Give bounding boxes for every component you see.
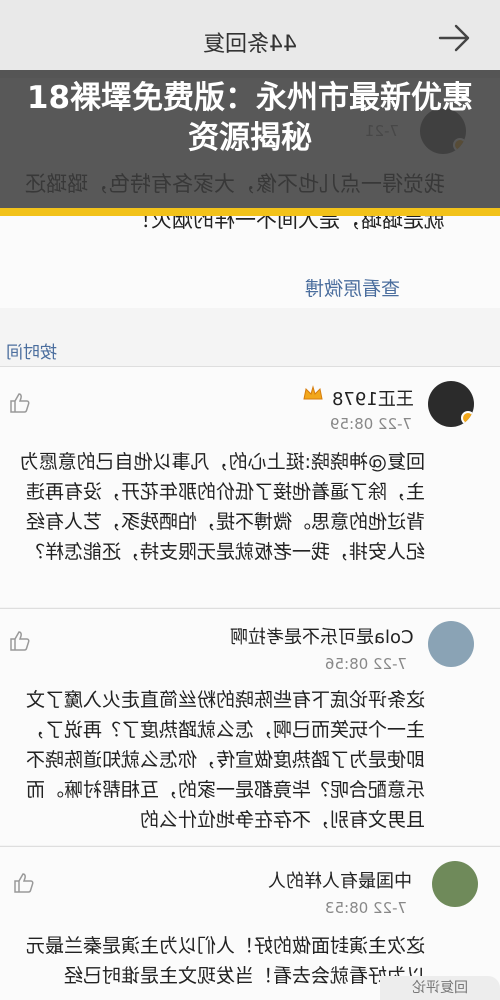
comment-username[interactable]: Cola是可乐不是考拉啊 (230, 623, 414, 649)
verified-badge-icon (461, 411, 474, 425)
back-arrow-icon[interactable] (436, 20, 472, 56)
sort-by-time-label[interactable]: 按时间 (6, 338, 57, 363)
commenter-avatar[interactable] (432, 861, 478, 907)
like-icon[interactable] (8, 391, 32, 415)
comment-timestamp: 7-22 08:56 (325, 655, 408, 673)
comment-text: 回复@神晓晓:挺上心的，凡事以他自己的意愿为主，除了逼着他接了低价的那年花开，没… (19, 451, 425, 563)
comment-username[interactable]: 中国最有人样的人 (268, 867, 412, 893)
top-bar: 44条回复 (0, 0, 500, 78)
comment-text: 这次主演封面做的好！人们以为主演是秦兰最元以为好看就会去看！当发现文主是谁时已经 (25, 935, 425, 987)
comment-username[interactable]: 王正1978 (332, 385, 414, 411)
headline-banner: 18裸墿免费版：永州市最新优惠资源揭秘 (0, 70, 500, 216)
commenter-avatar[interactable] (428, 621, 474, 667)
like-icon[interactable] (12, 871, 36, 895)
banner-title: 18裸墿免费版：永州市最新优惠资源揭秘 (26, 80, 474, 156)
comment-item: Cola是可乐不是考拉啊 7-22 08:56 这条评论底下有些陈晓的粉丝简直走… (0, 609, 500, 845)
like-icon[interactable] (8, 629, 32, 653)
comment-item: 王正1978 7-22 08:59 回复@神晓晓:挺上心的，凡事以他自己的意愿为… (0, 367, 500, 607)
comment-text: 这条评论底下有些陈晓的粉丝简直走火入魔了文主一个玩笑而已啊，怎么就踏热度了？再说… (25, 689, 425, 831)
reply-count-title: 44条回复 (203, 32, 297, 57)
reply-input[interactable]: 回复评论 (380, 976, 500, 1000)
view-original-weibo-link[interactable]: 查看原微博 (305, 274, 400, 301)
comment-timestamp: 7-22 08:59 (330, 415, 413, 433)
comment-timestamp: 7-22 08:53 (325, 899, 408, 917)
commenter-avatar[interactable] (428, 381, 474, 427)
crown-icon (303, 385, 323, 400)
